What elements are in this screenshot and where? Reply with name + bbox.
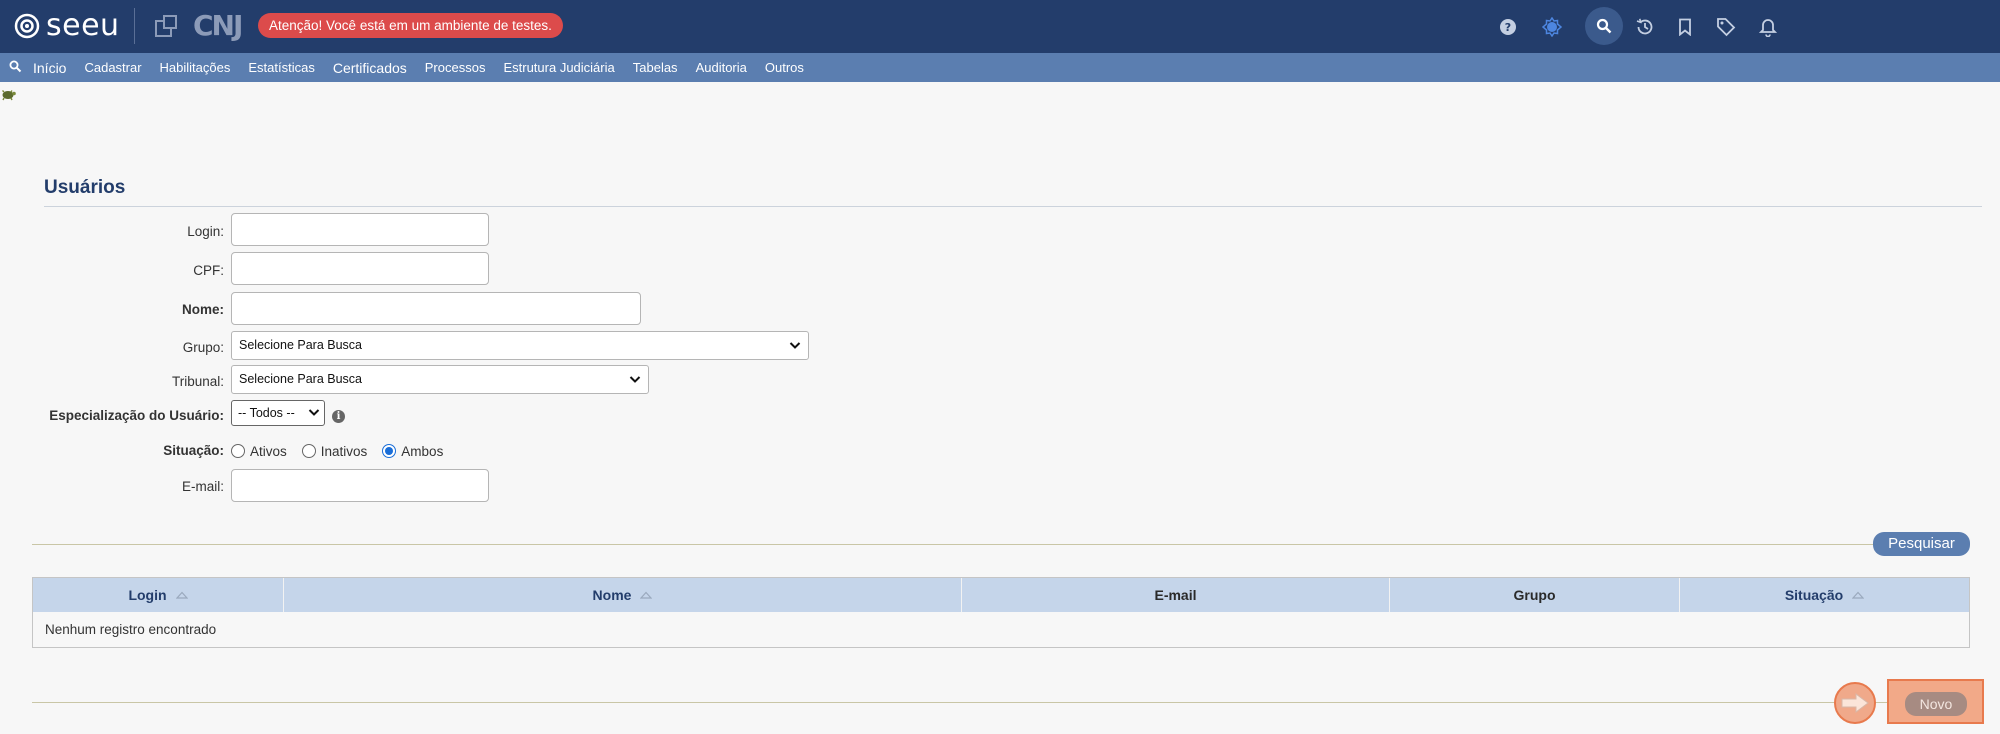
svg-text:?: ? [1505, 21, 1511, 34]
test-environment-warning: Atenção! Você está em um ambiente de tes… [258, 13, 563, 38]
column-header-login[interactable]: Login [33, 578, 284, 612]
tag-icon[interactable] [1709, 10, 1743, 44]
tribunal-label: Tribunal: [171, 374, 224, 389]
partner-logo-icon [155, 15, 177, 37]
help-icon[interactable]: ? [1491, 10, 1525, 44]
top-header: seeu CNJ Atenção! Você está em um ambien… [0, 0, 2000, 53]
sort-icon [1852, 591, 1865, 599]
history-icon[interactable] [1628, 10, 1662, 44]
column-header-label: Grupo [1513, 587, 1556, 603]
especializacao-select[interactable]: -- Todos -- [231, 400, 325, 426]
logo-text: seeu [46, 8, 120, 43]
situacao-label: Situação: [163, 443, 224, 458]
tribunal-select-value: Selecione Para Busca [239, 372, 362, 386]
chevron-down-icon [308, 409, 320, 416]
column-header-label: Situação [1784, 587, 1844, 603]
new-button[interactable]: Novo [1905, 692, 1967, 716]
title-divider [44, 206, 1982, 207]
header-divider [134, 8, 135, 44]
column-header-label: Nome [592, 587, 632, 603]
info-icon[interactable]: i [332, 410, 345, 423]
seeu-logo[interactable]: seeu [14, 10, 120, 42]
results-table: Login Nome E-mail Grupo Situação Nenhum … [32, 577, 1970, 648]
search-icon[interactable] [1585, 7, 1623, 45]
theme-icon[interactable] [1535, 10, 1569, 44]
grupo-select-value: Selecione Para Busca [239, 338, 362, 352]
especializacao-select-value: -- Todos -- [238, 406, 295, 420]
search-button[interactable]: Pesquisar [1873, 532, 1970, 556]
menu-item-cadastrar[interactable]: Cadastrar [84, 60, 141, 75]
column-header-nome[interactable]: Nome [284, 578, 962, 612]
table-header: Login Nome E-mail Grupo Situação [33, 578, 1969, 612]
chevron-down-icon [629, 376, 641, 383]
radio-ambos-label: Ambos [401, 443, 444, 459]
actions-divider [32, 702, 1920, 703]
sort-icon [175, 591, 188, 599]
nome-input[interactable] [231, 292, 641, 325]
arrow-right-icon [1834, 682, 1876, 724]
turtle-icon [2, 90, 16, 101]
menu-item-inicio[interactable]: Início [33, 60, 66, 76]
menu-item-auditoria[interactable]: Auditoria [696, 60, 747, 75]
radio-inativos[interactable] [301, 444, 316, 458]
menu-item-tabelas[interactable]: Tabelas [633, 60, 678, 75]
menu-item-estrutura-judiciaria[interactable]: Estrutura Judiciária [503, 60, 614, 75]
menu-item-estatisticas[interactable]: Estatísticas [248, 60, 314, 75]
radio-inativos-label: Inativos [320, 443, 368, 459]
column-header-label: E-mail [1154, 587, 1197, 603]
column-header-email: E-mail [962, 578, 1390, 612]
radio-ambos[interactable] [382, 444, 397, 458]
grupo-label: Grupo: [182, 340, 224, 355]
tribunal-select[interactable]: Selecione Para Busca [231, 365, 649, 394]
cpf-input[interactable] [231, 252, 489, 285]
empty-table-message: Nenhum registro encontrado [45, 622, 217, 637]
column-header-grupo: Grupo [1390, 578, 1680, 612]
search-divider [32, 544, 1873, 545]
seeu-logo-icon [14, 13, 40, 39]
menu-search-icon[interactable] [9, 60, 22, 73]
menu-item-outros[interactable]: Outros [765, 60, 804, 75]
sort-icon [640, 591, 653, 599]
column-header-situacao[interactable]: Situação [1680, 578, 1969, 612]
cpf-label: CPF: [193, 263, 224, 278]
especializacao-label: Especialização do Usuário: [49, 408, 224, 423]
grupo-select[interactable]: Selecione Para Busca [231, 331, 809, 360]
email-input[interactable] [231, 469, 489, 502]
menu-item-processos[interactable]: Processos [425, 60, 486, 75]
nome-label: Nome: [181, 302, 224, 317]
radio-ativos-label: Ativos [250, 443, 287, 459]
column-header-label: Login [128, 587, 167, 603]
email-label: E-mail: [181, 479, 224, 494]
login-input[interactable] [231, 213, 489, 246]
bell-icon[interactable] [1751, 10, 1785, 44]
bookmark-icon[interactable] [1668, 10, 1702, 44]
main-menu: Início Cadastrar Habilitações Estatístic… [0, 53, 2000, 82]
new-button-highlight: Novo [1887, 679, 1984, 724]
radio-ativos[interactable] [231, 444, 245, 458]
menu-item-habilitacoes[interactable]: Habilitações [160, 60, 231, 75]
menu-item-certificados[interactable]: Certificados [333, 60, 407, 76]
page-title: Usuários [44, 177, 126, 198]
situacao-radio-group: Ativos Inativos Ambos [231, 441, 458, 461]
chevron-down-icon [789, 342, 801, 349]
login-label: Login: [187, 224, 224, 239]
cnj-logo: CNJ [193, 9, 243, 42]
